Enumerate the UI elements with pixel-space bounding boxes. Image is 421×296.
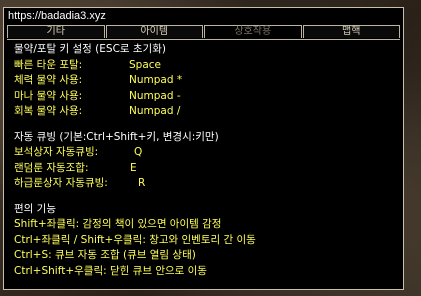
setting-key[interactable]: Q (134, 145, 142, 161)
setting-key[interactable]: Numpad / (129, 104, 180, 120)
setting-row-health-potion: 체력 물약 사용: Numpad * (14, 73, 393, 89)
setting-key[interactable]: Numpad - (129, 89, 181, 105)
setting-row-rejuv-potion: 회복 물약 사용: Numpad / (14, 104, 393, 120)
tab-content: 물약/포탈 키 설정 (ESC로 초기화) 빠른 타운 포탈: Space 체력… (14, 42, 393, 279)
title-bar: https://badadia3.xyz (4, 8, 403, 26)
setting-label: 회복 물약 사용: (14, 105, 83, 117)
convenience-line: Ctrl+S: 큐브 자동 조합 (큐브 열림 상태) (14, 249, 196, 261)
tab-interaction[interactable]: 상호작용 (204, 25, 302, 38)
convenience-line: Ctrl+Shift+우클릭: 닫힌 큐브 안으로 이동 (14, 264, 207, 277)
setting-label: 마나 물약 사용: (14, 89, 83, 102)
tab-bar: 기타 아이템 상호작용 맵핵 (7, 25, 400, 40)
tab-items[interactable]: 아이템 (105, 25, 203, 38)
setting-row-mana-potion: 마나 물약 사용: Numpad - (14, 89, 393, 105)
setting-label: 랜덤룬 자동조합: (14, 161, 89, 174)
tab-maphack[interactable]: 맵핵 (302, 25, 400, 38)
setting-label: 보석상자 자동큐빙: (14, 146, 99, 158)
setting-key[interactable]: Space (129, 58, 161, 74)
setting-label: 하급룬상자 자동큐빙: (14, 177, 108, 189)
potion-keys-title: 물약/포탈 키 설정 (ESC로 초기화) (14, 43, 166, 55)
setting-label: 체력 물약 사용: (14, 74, 83, 86)
convenience-title: 편의 기능 (14, 202, 56, 215)
setting-row-low-rune-cube: 하급룬상자 자동큐빙: R (14, 176, 393, 192)
settings-window: https://badadia3.xyz 기타 아이템 상호작용 맵핵 물약/포… (3, 7, 404, 290)
setting-key[interactable]: E (130, 161, 137, 177)
tab-misc[interactable]: 기타 (7, 25, 105, 38)
setting-key[interactable]: Numpad * (129, 73, 182, 89)
setting-row-gem-cube: 보석상자 자동큐빙: Q (14, 145, 393, 161)
setting-row-random-rune: 랜덤룬 자동조합: E (14, 161, 393, 177)
convenience-line: Ctrl+좌클릭 / Shift+우클릭: 창고와 인벤토리 간 이동 (14, 233, 256, 246)
setting-label: 빠른 타운 포탈: (14, 58, 83, 71)
setting-key[interactable]: R (138, 176, 145, 192)
window-title: https://badadia3.xyz (8, 10, 106, 22)
setting-row-town-portal: 빠른 타운 포탈: Space (14, 58, 393, 74)
convenience-line: Shift+좌클릭: 감정의 책이 있으면 아이템 감정 (14, 218, 222, 230)
auto-cubing-title: 자동 큐빙 (기본:Ctrl+Shift+키, 변경시:키만) (14, 130, 219, 143)
